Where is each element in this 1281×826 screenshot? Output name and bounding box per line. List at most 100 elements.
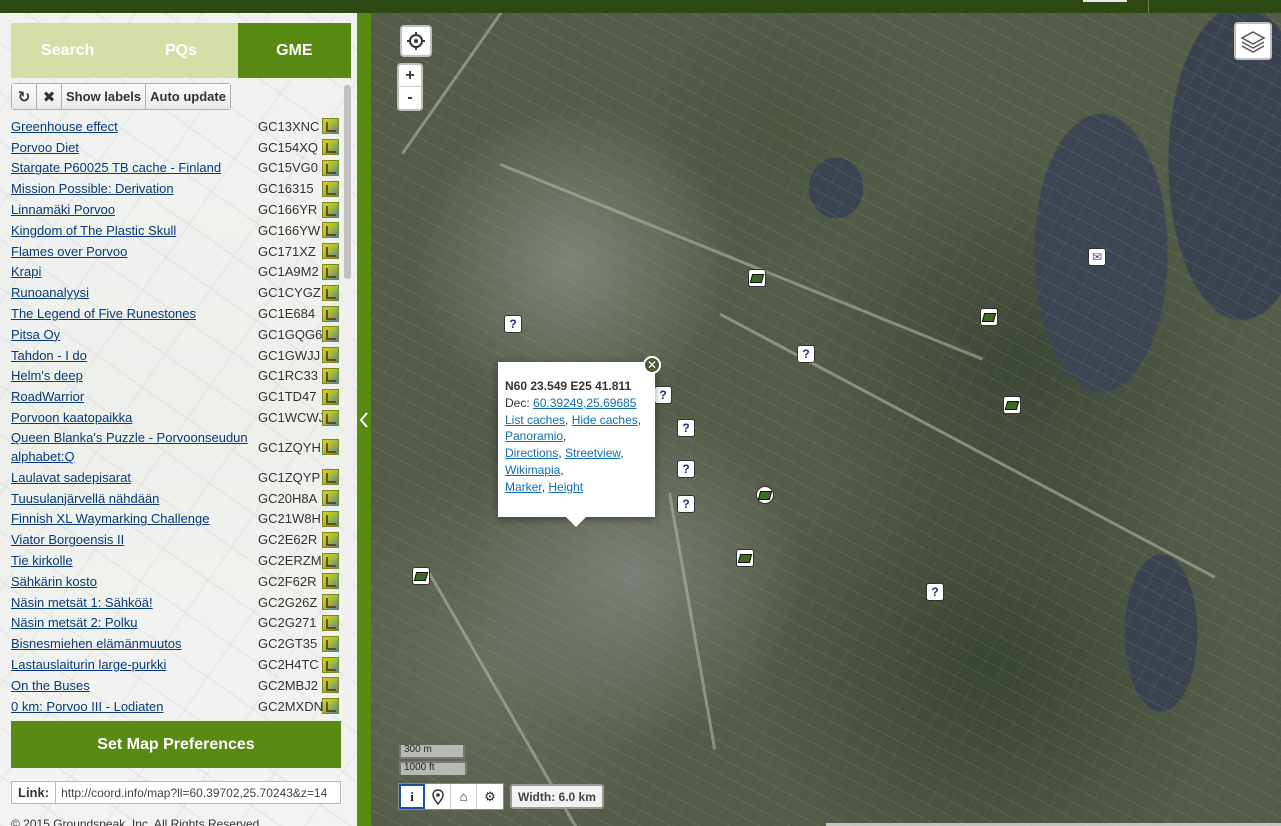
map-link-icon[interactable] bbox=[322, 490, 339, 507]
cache-marker-mystery[interactable]: ? bbox=[926, 583, 944, 601]
cache-name-link[interactable]: Näsin metsät 2: Polku bbox=[11, 613, 251, 632]
cache-name-link[interactable]: Porvoon kaatopaikka bbox=[11, 408, 251, 427]
map-link-icon[interactable] bbox=[322, 305, 339, 322]
clear-button[interactable]: ✖ bbox=[37, 84, 62, 109]
cache-name-link[interactable]: Helm's deep bbox=[11, 366, 251, 385]
map-link-icon[interactable] bbox=[322, 656, 339, 673]
list-caches-link[interactable]: List caches bbox=[505, 413, 565, 427]
map-view[interactable]: + - ? ? ? ? ? ? ? ✉ ✕ N60 23.549 E25 41.… bbox=[371, 13, 1281, 826]
cache-name-link[interactable]: Tahdon - I do bbox=[11, 346, 251, 365]
cache-marker-letterbox[interactable]: ✉ bbox=[1088, 248, 1106, 266]
popup-dec-link[interactable]: 60.39249,25.69685 bbox=[533, 396, 636, 410]
cache-name-link[interactable]: The Legend of Five Runestones bbox=[11, 304, 251, 323]
map-link-icon[interactable] bbox=[322, 222, 339, 239]
cache-name-link[interactable]: Flames over Porvoo bbox=[11, 242, 251, 261]
list-scrollbar[interactable] bbox=[343, 83, 352, 723]
directions-link[interactable]: Directions bbox=[505, 446, 558, 460]
cache-marker-traditional[interactable] bbox=[1003, 396, 1021, 414]
hide-caches-link[interactable]: Hide caches bbox=[572, 413, 638, 427]
map-link-icon[interactable] bbox=[322, 614, 339, 631]
map-link-icon[interactable] bbox=[322, 284, 339, 301]
map-link-icon[interactable] bbox=[322, 552, 339, 569]
map-link-icon[interactable] bbox=[322, 118, 339, 135]
cache-name-link[interactable]: Runoanalyysi bbox=[11, 283, 251, 302]
cache-name-link[interactable]: Sähkärin kosto bbox=[11, 572, 251, 591]
map-link-icon[interactable] bbox=[322, 469, 339, 486]
map-link-icon[interactable] bbox=[322, 139, 339, 156]
cache-name-link[interactable]: Finnish XL Waymarking Challenge bbox=[11, 509, 251, 528]
cache-name-link[interactable]: On the Buses bbox=[11, 676, 251, 695]
link-field[interactable]: http://coord.info/map?ll=60.39702,25.702… bbox=[56, 786, 327, 800]
cache-name-link[interactable]: Kingdom of The Plastic Skull bbox=[11, 221, 251, 240]
show-labels-button[interactable]: Show labels bbox=[62, 84, 147, 109]
cache-marker-traditional[interactable] bbox=[736, 549, 754, 567]
map-link-icon[interactable] bbox=[322, 635, 339, 652]
map-link-icon[interactable] bbox=[322, 438, 339, 455]
refresh-button[interactable]: ↻ bbox=[12, 84, 37, 109]
set-map-preferences-button[interactable]: Set Map Preferences bbox=[11, 721, 341, 768]
zoom-out-button[interactable]: - bbox=[399, 87, 421, 109]
cache-name-link[interactable]: Lastauslaiturin large-purkki bbox=[11, 655, 251, 674]
marker-link[interactable]: Marker bbox=[505, 480, 542, 494]
map-link-icon[interactable] bbox=[322, 263, 339, 280]
cache-name-link[interactable]: RoadWarrior bbox=[11, 387, 251, 406]
cache-marker-mystery[interactable]: ? bbox=[504, 315, 522, 333]
cache-marker-mystery[interactable]: ? bbox=[677, 419, 695, 437]
locate-button[interactable] bbox=[400, 25, 432, 57]
cache-marker-mystery[interactable]: ? bbox=[677, 460, 695, 478]
tab-gme[interactable]: GME bbox=[237, 23, 351, 78]
map-link-icon[interactable] bbox=[322, 201, 339, 218]
scrollbar-thumb[interactable] bbox=[344, 85, 351, 279]
map-link-icon[interactable] bbox=[322, 326, 339, 343]
cache-name-link[interactable]: Laulavat sadepisarat bbox=[11, 468, 251, 487]
popup-close-button[interactable]: ✕ bbox=[643, 356, 661, 374]
cache-name-link[interactable]: Bisnesmiehen elämänmuutos bbox=[11, 634, 251, 653]
cache-name-link[interactable]: Queen Blanka's Puzzle - Porvoonseudun al… bbox=[11, 428, 251, 466]
layers-button[interactable] bbox=[1234, 22, 1272, 60]
map-link-icon[interactable] bbox=[322, 347, 339, 364]
cache-marker-traditional[interactable] bbox=[748, 269, 766, 287]
map-link-icon[interactable] bbox=[322, 573, 339, 590]
cache-marker-traditional[interactable] bbox=[412, 567, 430, 585]
map-link-icon[interactable] bbox=[322, 180, 339, 197]
panoramio-link[interactable]: Panoramio bbox=[505, 429, 563, 443]
tab-search[interactable]: Search bbox=[11, 23, 125, 78]
map-link-icon[interactable] bbox=[322, 510, 339, 527]
cache-name-link[interactable]: Tie kirkolle bbox=[11, 551, 251, 570]
sidebar-collapse-handle[interactable] bbox=[357, 13, 371, 826]
cache-name-link[interactable]: Viator Borgoensis II bbox=[11, 530, 251, 549]
marker-button[interactable] bbox=[425, 784, 451, 809]
settings-button[interactable]: ⚙ bbox=[477, 784, 503, 809]
streetview-link[interactable]: Streetview bbox=[565, 446, 620, 460]
cache-name-link[interactable]: Porvoo Diet bbox=[11, 138, 251, 157]
cache-marker-mystery[interactable]: ? bbox=[654, 386, 672, 404]
cache-name-link[interactable]: Mission Possible: Derivation bbox=[11, 179, 251, 198]
cache-name-link[interactable]: Pitsa Oy bbox=[11, 325, 251, 344]
cache-name-link[interactable]: Krapi bbox=[11, 262, 251, 281]
cache-name-link[interactable]: Tuusulanjärvellä nähdään bbox=[11, 489, 251, 508]
tab-pqs[interactable]: PQs bbox=[124, 23, 238, 78]
cache-marker-traditional[interactable] bbox=[980, 308, 998, 326]
height-link[interactable]: Height bbox=[548, 480, 583, 494]
info-button[interactable]: i bbox=[399, 784, 425, 809]
cache-name-link[interactable]: 0 km: Porvoo III - Lodiaten bbox=[11, 697, 251, 716]
cache-name-link[interactable]: Greenhouse effect bbox=[11, 117, 251, 136]
map-link-icon[interactable] bbox=[322, 367, 339, 384]
zoom-in-button[interactable]: + bbox=[399, 65, 421, 87]
home-button[interactable]: ⌂ bbox=[451, 784, 477, 809]
map-link-icon[interactable] bbox=[322, 531, 339, 548]
cache-name-link[interactable]: Stargate P60025 TB cache - Finland bbox=[11, 158, 251, 177]
cache-name-link[interactable]: Linnamäki Porvoo bbox=[11, 200, 251, 219]
wikimapia-link[interactable]: Wikimapia bbox=[505, 463, 560, 477]
map-link-icon[interactable] bbox=[322, 388, 339, 405]
auto-update-button[interactable]: Auto update bbox=[146, 84, 230, 109]
cache-marker-traditional[interactable] bbox=[756, 486, 774, 504]
cache-marker-mystery[interactable]: ? bbox=[797, 345, 815, 363]
map-link-icon[interactable] bbox=[322, 677, 339, 694]
cache-name-link[interactable]: Näsin metsät 1: Sähköä! bbox=[11, 593, 251, 612]
map-link-icon[interactable] bbox=[322, 159, 339, 176]
map-link-icon[interactable] bbox=[322, 243, 339, 260]
cache-marker-mystery[interactable]: ? bbox=[677, 495, 695, 513]
map-link-icon[interactable] bbox=[322, 594, 339, 611]
map-link-icon[interactable] bbox=[322, 698, 339, 715]
